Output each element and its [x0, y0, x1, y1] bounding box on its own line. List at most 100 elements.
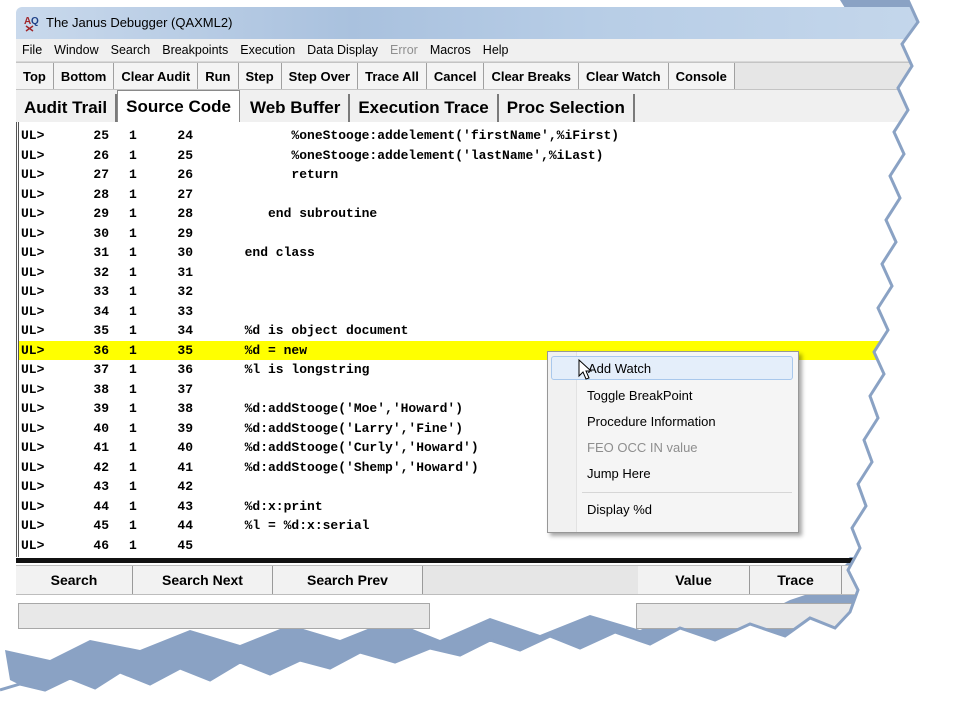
code-line[interactable]: UL> 36 1 35 %d = new [19, 340, 974, 360]
search-button[interactable]: Search [16, 566, 133, 594]
step-button[interactable]: Step [238, 63, 282, 89]
search-input[interactable] [18, 603, 430, 629]
menu-item-feo-occ-in-value: FEO OCC IN value [587, 440, 698, 455]
code-line[interactable]: UL> 28 1 27 [19, 185, 974, 204]
mouse-pointer-icon [578, 359, 593, 380]
source-text: %oneStooge:addelement('firstName',%iFirs… [229, 128, 620, 143]
code-line[interactable]: UL> 30 1 29 [19, 224, 974, 243]
menu-breakpoints[interactable]: Breakpoints [156, 43, 234, 57]
line-prefix: UL> [21, 498, 45, 514]
menu-help[interactable]: Help [477, 43, 515, 57]
value-input[interactable] [636, 603, 896, 629]
cancel-button[interactable]: Cancel [426, 63, 485, 89]
window-title: The Janus Debugger (QAXML2) [46, 15, 233, 30]
code-line[interactable]: UL> 25 1 24 %oneStooge:addelement('firstNam… [19, 126, 974, 145]
source-code-pane[interactable]: UL> 25 1 24 %oneStooge:addelement('firstNam… [16, 122, 974, 557]
statement-number: 34 [177, 323, 193, 338]
code-line[interactable]: UL> 29 1 28 end subroutine [19, 204, 974, 223]
code-line[interactable]: UL> 33 1 32 [19, 282, 974, 301]
code-line[interactable]: UL> 45 1 44 %l = %d:x:serial [19, 516, 974, 535]
statement-number: 35 [177, 342, 193, 358]
source-text: %d:addStooge('Shemp','Howard') [229, 459, 479, 475]
input-row [16, 603, 974, 633]
menu-execution[interactable]: Execution [234, 43, 301, 57]
line-level: 1 [129, 518, 137, 533]
menu-item-display-d[interactable]: Display %d [551, 498, 793, 522]
line-prefix: UL> [21, 245, 45, 260]
line-number: 33 [93, 284, 109, 299]
clear-audit-button[interactable]: Clear Audit [114, 63, 199, 89]
line-prefix: UL> [21, 362, 45, 377]
statement-number: 30 [177, 245, 193, 260]
pane-divider[interactable] [16, 558, 974, 563]
line-number: 44 [93, 498, 109, 514]
code-line[interactable]: UL> 35 1 34 %d is object document [19, 321, 974, 340]
menu-item-toggle-breakpoint[interactable]: Toggle BreakPoint [551, 384, 793, 408]
run-button[interactable]: Run [198, 63, 239, 89]
line-prefix: UL> [21, 225, 45, 241]
toolbar: Top Bottom Clear Audit Run Step Step Ove… [16, 62, 974, 90]
source-text: return [229, 167, 339, 182]
r-button[interactable]: R [842, 566, 892, 594]
line-level: 1 [129, 479, 137, 494]
menu-data-display[interactable]: Data Display [301, 43, 384, 57]
clear-watch-button[interactable]: Clear Watch [578, 63, 669, 89]
menu-macros[interactable]: Macros [424, 43, 477, 57]
tab-execution-trace[interactable]: Execution Trace [350, 94, 499, 122]
code-line[interactable]: UL> 32 1 31 [19, 263, 974, 282]
menu-search[interactable]: Search [105, 43, 157, 57]
search-prev-button[interactable]: Search Prev [273, 566, 423, 594]
line-prefix: UL> [21, 206, 45, 221]
code-line[interactable]: UL> 43 1 42 [19, 477, 974, 496]
line-prefix: UL> [21, 303, 45, 319]
statement-number: 41 [177, 459, 193, 475]
tab-audit-trail[interactable]: Audit Trail [16, 94, 118, 122]
line-number: 34 [93, 303, 109, 319]
line-prefix: UL> [21, 401, 45, 416]
tab-proc-selection[interactable]: Proc Selection [499, 94, 635, 122]
menu-item-procedure-information[interactable]: Procedure Information [551, 410, 793, 434]
code-line[interactable]: UL> 40 1 39 %d:addStooge('Larry','Fine') [19, 419, 974, 438]
line-number: 35 [93, 323, 109, 338]
menu-item-jump-here[interactable]: Jump Here [551, 462, 793, 486]
tab-source-code[interactable]: Source Code [117, 90, 240, 122]
line-level: 1 [129, 167, 137, 182]
code-line[interactable]: UL> 46 1 45 [19, 536, 974, 555]
menu-error[interactable]: Error [384, 43, 424, 57]
code-line[interactable]: UL> 44 1 43 %d:x:print [19, 497, 974, 516]
code-line[interactable]: UL> 39 1 38 %d:addStooge('Moe','Howard') [19, 399, 974, 418]
code-line[interactable]: UL> 37 1 36 %l is longstring [19, 360, 974, 379]
clear-breaks-button[interactable]: Clear Breaks [484, 63, 579, 89]
source-text: end subroutine [229, 206, 378, 221]
code-line[interactable]: UL> 41 1 40 %d:addStooge('Curly','Howard') [19, 438, 974, 457]
code-line[interactable]: UL> 38 1 37 [19, 380, 974, 399]
code-line[interactable]: UL> 27 1 26 return [19, 165, 974, 184]
tab-web-buffer[interactable]: Web Buffer [242, 94, 351, 122]
line-level: 1 [129, 342, 137, 358]
search-next-button[interactable]: Search Next [133, 566, 273, 594]
line-prefix: UL> [21, 284, 45, 299]
step-over-button[interactable]: Step Over [281, 63, 359, 89]
line-level: 1 [129, 459, 137, 475]
value-button[interactable]: Value [638, 566, 750, 594]
statement-number: 42 [177, 479, 193, 494]
code-line[interactable]: UL> 26 1 25 %oneStooge:addelement('lastName… [19, 146, 974, 165]
line-level: 1 [129, 206, 137, 221]
source-text: %d:x:print [229, 498, 323, 514]
top-button[interactable]: Top [16, 63, 54, 89]
source-text: %d:addStooge('Curly','Howard') [229, 440, 479, 455]
line-prefix: UL> [21, 323, 45, 338]
bottom-button[interactable]: Bottom [53, 63, 115, 89]
code-line[interactable]: UL> 31 1 30 end class [19, 243, 974, 262]
source-text: %l = %d:x:serial [229, 518, 370, 533]
line-level: 1 [129, 186, 137, 202]
line-number: 29 [93, 206, 109, 221]
code-line[interactable]: UL> 42 1 41 %d:addStooge('Shemp','Howard') [19, 458, 974, 477]
menu-file[interactable]: File [16, 43, 48, 57]
console-button[interactable]: Console [668, 63, 735, 89]
trace-button[interactable]: Trace [750, 566, 842, 594]
trace-all-button[interactable]: Trace All [358, 63, 427, 89]
menu-window[interactable]: Window [48, 43, 104, 57]
code-line[interactable]: UL> 34 1 33 [19, 302, 974, 321]
line-number: 42 [93, 459, 109, 475]
